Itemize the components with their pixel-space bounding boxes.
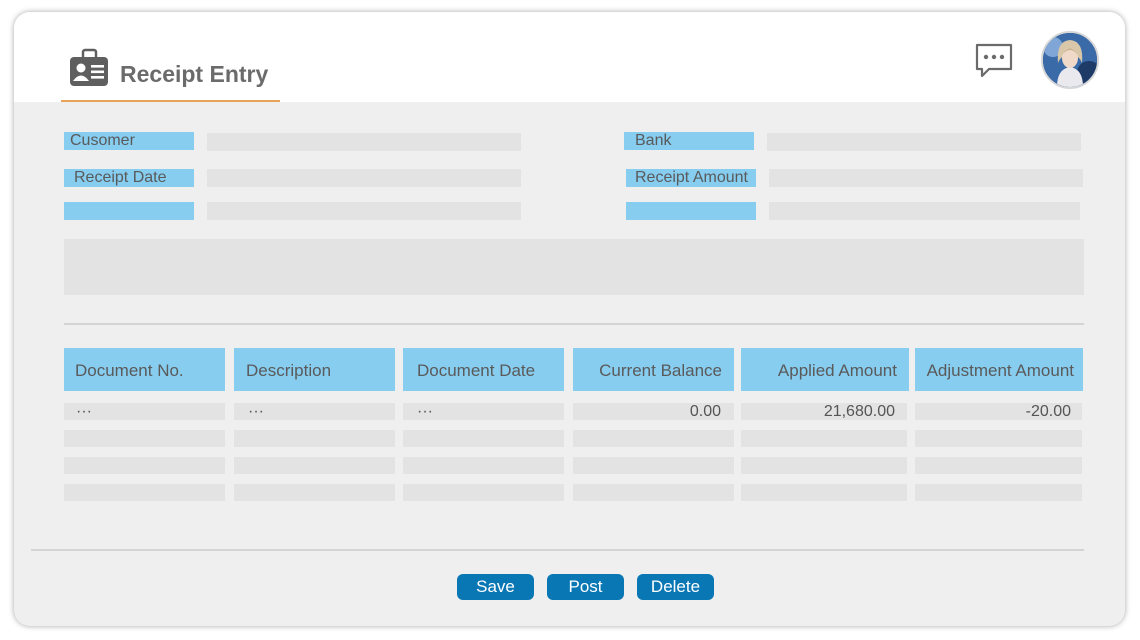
table-cell[interactable] (234, 457, 395, 474)
table-cell[interactable] (741, 430, 907, 447)
extra-left-label (64, 202, 194, 220)
customer-field[interactable] (207, 133, 521, 151)
column-header-applied-amount: Applied Amount (741, 348, 909, 391)
footer-divider (31, 549, 1084, 551)
table-cell[interactable] (915, 484, 1082, 501)
column-header-adjustment-amount: Adjustment Amount (915, 348, 1083, 391)
bank-field[interactable] (767, 133, 1081, 151)
receipt-amount-field[interactable] (769, 169, 1083, 187)
extra-left-field[interactable] (207, 202, 521, 220)
receipt-entry-window: Receipt Entry Cusomer Receipt Date Bank … (14, 12, 1125, 626)
post-button[interactable]: Post (547, 574, 624, 600)
extra-right-field[interactable] (769, 202, 1080, 220)
section-divider (64, 323, 1084, 325)
save-button[interactable]: Save (457, 574, 534, 600)
table-cell[interactable] (741, 484, 907, 501)
id-card-icon (69, 48, 109, 88)
table-cell[interactable] (64, 430, 225, 447)
table-cell[interactable]: -20.00 (915, 403, 1082, 420)
table-cell[interactable] (915, 430, 1082, 447)
table-cell[interactable]: ··· (403, 403, 564, 420)
table-cell[interactable] (403, 430, 564, 447)
chat-bubble-icon[interactable] (974, 42, 1014, 80)
header-bar: Receipt Entry (14, 12, 1125, 102)
customer-label: Cusomer (64, 132, 194, 150)
bank-label: Bank (624, 132, 754, 150)
table-cell[interactable]: 0.00 (573, 403, 734, 420)
table-cell[interactable] (64, 484, 225, 501)
table-cell[interactable]: ··· (234, 403, 395, 420)
table-cell[interactable]: 21,680.00 (741, 403, 907, 420)
table-cell[interactable] (573, 457, 734, 474)
receipt-date-label: Receipt Date (64, 169, 194, 187)
table-cell[interactable] (915, 457, 1082, 474)
table-cell[interactable] (741, 457, 907, 474)
receipt-amount-label: Receipt Amount (626, 169, 756, 187)
user-avatar[interactable] (1041, 31, 1099, 89)
table-cell[interactable]: ··· (64, 403, 225, 420)
table-cell[interactable] (403, 484, 564, 501)
column-header-document-no: Document No. (64, 348, 225, 391)
table-cell[interactable] (403, 457, 564, 474)
column-header-document-date: Document Date (403, 348, 564, 391)
table-cell[interactable] (573, 484, 734, 501)
delete-button[interactable]: Delete (637, 574, 714, 600)
table-cell[interactable] (573, 430, 734, 447)
column-header-current-balance: Current Balance (573, 348, 734, 391)
receipt-date-field[interactable] (207, 169, 521, 187)
table-cell[interactable] (234, 430, 395, 447)
table-cell[interactable] (234, 484, 395, 501)
page-title: Receipt Entry (120, 61, 269, 87)
title-tab: Receipt Entry (61, 12, 280, 102)
memo-area[interactable] (64, 239, 1084, 295)
table-cell[interactable] (64, 457, 225, 474)
column-header-description: Description (234, 348, 395, 391)
extra-right-label (626, 202, 756, 220)
